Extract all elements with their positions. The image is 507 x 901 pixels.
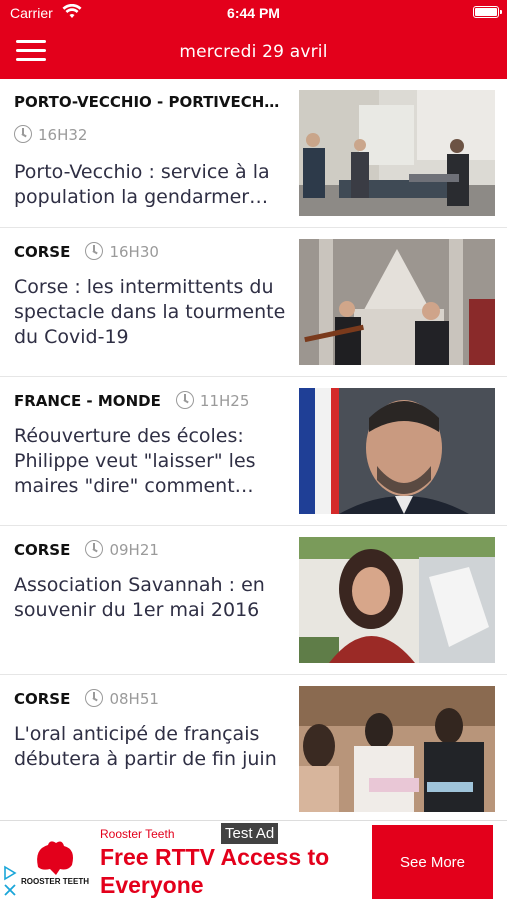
article-meta: 16H32 <box>14 125 87 144</box>
status-bar: Carrier 6:44 PM <box>0 0 507 28</box>
article-item[interactable]: CORSE 09H21 Association Savannah : en so… <box>0 526 507 675</box>
article-title: L'oral anticipé de français débutera à p… <box>14 723 277 770</box>
article-meta: CORSE 16H30 <box>14 242 159 261</box>
clock-time: 6:44 PM <box>227 5 280 21</box>
article-category: CORSE <box>14 690 71 708</box>
article-time: 08H51 <box>109 690 159 708</box>
article-title: Porto-Vecchio : service à la population … <box>14 161 270 208</box>
ad-headline[interactable]: Free RTTV Access to Everyone <box>100 843 350 899</box>
ad-advertiser: Rooster Teeth <box>100 827 175 841</box>
article-title: Association Savannah : en souvenir du 1e… <box>14 574 265 621</box>
battery-icon <box>473 6 502 18</box>
logo-text: ROOSTER TEETH <box>21 877 89 886</box>
ad-banner[interactable]: ROOSTER TEETH Rooster Teeth Free RTTV Ac… <box>0 820 507 901</box>
article-thumbnail[interactable] <box>299 686 495 812</box>
article-category: CORSE <box>14 243 71 261</box>
clock-icon <box>14 125 32 143</box>
article-time: 16H32 <box>38 126 88 144</box>
app-header: Carrier 6:44 PM mercredi 29 avril <box>0 0 507 79</box>
article-time: 09H21 <box>109 541 159 559</box>
article-category: CORSE <box>14 541 71 559</box>
rooster-teeth-logo: ROOSTER TEETH <box>21 841 89 886</box>
article-title: Corse : les intermittents du spectacle d… <box>14 276 286 348</box>
article-time: 16H30 <box>109 243 159 261</box>
article-thumbnail[interactable] <box>299 388 495 514</box>
article-thumbnail[interactable] <box>299 239 495 365</box>
test-ad-label: Test Ad <box>221 823 279 844</box>
article-item[interactable]: CORSE 16H30 Corse : les intermittents du… <box>0 228 507 377</box>
article-thumbnail[interactable] <box>299 537 495 663</box>
see-more-button[interactable]: See More <box>372 825 493 899</box>
article-meta: CORSE 08H51 <box>14 689 159 708</box>
article-meta: FRANCE - MONDE 11H25 <box>14 391 249 410</box>
ad-choices-icon[interactable] <box>3 865 17 897</box>
article-list: PORTO-VECCHIO - PORTIVECH… 16H32 Porto-V… <box>0 79 507 824</box>
article-item[interactable]: FRANCE - MONDE 11H25 Réouverture des éco… <box>0 377 507 526</box>
article-time: 11H25 <box>199 392 250 410</box>
article-meta: CORSE 09H21 <box>14 540 159 559</box>
clock-icon <box>85 689 104 707</box>
article-item[interactable]: CORSE 08H51 L'oral anticipé de français … <box>0 675 507 824</box>
clock-icon <box>85 540 104 558</box>
clock-icon <box>175 391 194 409</box>
article-title: Réouverture des écoles: Philippe veut "l… <box>14 425 256 497</box>
header-date: mercredi 29 avril <box>179 42 328 62</box>
article-category: FRANCE - MONDE <box>14 392 161 410</box>
article-category: PORTO-VECCHIO - PORTIVECH… <box>14 93 280 111</box>
article-thumbnail[interactable] <box>299 90 495 216</box>
clock-icon <box>85 242 104 260</box>
article-item[interactable]: PORTO-VECCHIO - PORTIVECH… 16H32 Porto-V… <box>0 79 507 228</box>
